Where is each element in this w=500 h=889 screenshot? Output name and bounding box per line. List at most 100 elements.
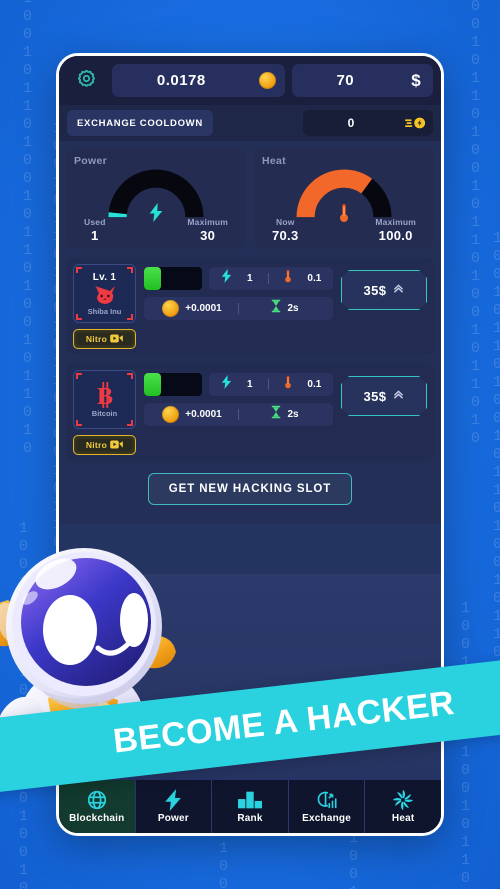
slot-upgrade-price: 35$ xyxy=(363,388,387,404)
shiba-inu-icon xyxy=(93,284,117,306)
heat-now-value: 70.3 xyxy=(272,228,299,243)
get-new-hacking-slot-button[interactable]: GET NEW HACKING SLOT xyxy=(147,473,353,505)
power-max-label: Maximum xyxy=(187,217,228,227)
slot-buy-area: 35$ xyxy=(341,370,427,454)
cooldown-value: 0 xyxy=(347,116,355,130)
podium-icon xyxy=(237,789,262,811)
thermometer-icon xyxy=(284,269,292,288)
get-new-slot-area: GET NEW HACKING SLOT xyxy=(66,473,434,505)
slot-power-value: 1 xyxy=(246,273,253,284)
slot-stats: 1 0.1 +0.0001 2s xyxy=(144,370,333,454)
slot-upgrade-price: 35$ xyxy=(363,282,387,298)
nav-item-rank[interactable]: Rank xyxy=(212,780,289,833)
nitro-button[interactable]: Nitro xyxy=(73,435,136,455)
heat-now-legend: Now 70.3 xyxy=(272,217,299,243)
slot-coin-name: Shiba Inu xyxy=(87,306,122,316)
slot-time-value: 2s xyxy=(287,409,299,420)
double-chevron-up-icon xyxy=(393,387,404,405)
heat-gauge-card: Heat Now 70.3 Maximum 100.0 xyxy=(254,148,434,249)
heat-max-value: 100.0 xyxy=(378,228,413,243)
power-gauge-card: Power Used 1 Maximum 30 xyxy=(66,148,246,249)
bitcoin-icon: B xyxy=(95,382,115,410)
main-content: Power Used 1 Maximum 30 Heat Now 70.3 Ma… xyxy=(59,141,441,524)
nav-label-power: Power xyxy=(157,813,189,824)
cash-balance-display[interactable]: 70 $ xyxy=(291,64,434,97)
nitro-label: Nitro xyxy=(85,334,108,344)
cooldown-value-box[interactable]: 0 xyxy=(303,110,433,136)
video-ad-icon xyxy=(110,436,123,454)
heat-now-label: Now xyxy=(275,217,295,227)
hacking-slot-row[interactable]: B Bitcoin Nitro 1 0.1 +0.0001 2s 35$ xyxy=(66,363,434,461)
lightning-bolt-icon xyxy=(163,789,183,811)
nav-item-power[interactable]: Power xyxy=(136,780,213,833)
slot-progress-bar xyxy=(144,373,202,396)
slot-earn-value: +0.0001 xyxy=(185,409,222,420)
slot-earn-row: +0.0001 2s xyxy=(144,403,333,426)
slot-heat-value: 0.1 xyxy=(307,273,322,284)
speed-boost-icon xyxy=(399,116,433,130)
nav-item-exchange[interactable]: Exchange xyxy=(289,780,366,833)
coin-icon xyxy=(162,406,180,423)
slot-earn-row: +0.0001 2s xyxy=(144,297,333,320)
slot-time-value: 2s xyxy=(287,303,299,314)
lightning-bolt-icon xyxy=(221,375,232,394)
slot-earn-value: +0.0001 xyxy=(185,303,222,314)
coin-balance-value: 0.0178 xyxy=(156,72,206,89)
gear-icon xyxy=(76,68,97,94)
coin-icon xyxy=(251,72,285,89)
slot-upgrade-button[interactable]: 35$ xyxy=(341,376,427,416)
slot-power-heat-box: 1 0.1 xyxy=(209,267,333,290)
slot-coin-name: Bitcoin xyxy=(91,409,118,418)
nav-label-rank: Rank xyxy=(237,813,263,824)
exchange-chart-icon xyxy=(315,789,339,811)
hourglass-icon xyxy=(271,299,281,318)
exchange-cooldown-label: EXCHANGE COOLDOWN xyxy=(67,110,213,136)
slot-progress-fill xyxy=(144,267,162,290)
power-used-value: 1 xyxy=(91,228,99,243)
slot-progress-bar xyxy=(144,267,202,290)
coin-icon xyxy=(162,300,180,317)
coin-avatar-card[interactable]: Lv. 1 Shiba Inu xyxy=(73,264,136,323)
heat-max-legend: Maximum 100.0 xyxy=(375,217,416,243)
slot-heat-value: 0.1 xyxy=(307,379,322,390)
heat-max-label: Maximum xyxy=(375,217,416,227)
svg-text:B: B xyxy=(96,384,112,408)
power-max-value: 30 xyxy=(200,228,216,243)
slot-buy-area: 35$ xyxy=(341,264,427,348)
lightning-bolt-icon xyxy=(221,269,232,288)
cash-balance-value: 70 xyxy=(336,72,355,89)
coin-balance-display[interactable]: 0.0178 xyxy=(112,64,285,97)
video-ad-icon xyxy=(110,330,123,348)
settings-button[interactable] xyxy=(67,62,105,100)
slot-progress-fill xyxy=(144,373,162,396)
thermometer-icon xyxy=(284,375,292,394)
nav-label-exchange: Exchange xyxy=(302,813,351,824)
hourglass-icon xyxy=(271,405,281,424)
nav-label-heat: Heat xyxy=(391,813,415,824)
nav-item-heat[interactable]: Heat xyxy=(365,780,441,833)
slot-upgrade-button[interactable]: 35$ xyxy=(341,270,427,310)
nav-label-blockchain: Blockchain xyxy=(69,813,125,824)
nitro-button[interactable]: Nitro xyxy=(73,329,136,349)
power-max-legend: Maximum 30 xyxy=(187,217,228,243)
coin-avatar-card[interactable]: B Bitcoin xyxy=(73,370,136,429)
hacking-slot-row[interactable]: Lv. 1 Shiba Inu Nitro 1 0.1 +0.0001 2s 3… xyxy=(66,257,434,355)
slot-coin-panel: Lv. 1 Shiba Inu Nitro xyxy=(73,264,136,349)
slot-level-label: Lv. 1 xyxy=(92,271,117,283)
gauges-row: Power Used 1 Maximum 30 Heat Now 70.3 Ma… xyxy=(66,148,434,249)
power-used-legend: Used 1 xyxy=(84,217,106,243)
slot-earn-box: +0.0001 2s xyxy=(144,297,333,320)
slot-progress-row: 1 0.1 xyxy=(144,267,333,290)
power-used-label: Used xyxy=(84,217,106,227)
slot-power-heat-box: 1 0.1 xyxy=(209,373,333,396)
top-bar: 0.0178 70 $ xyxy=(59,56,441,105)
slot-power-value: 1 xyxy=(246,379,253,390)
exchange-cooldown-bar: EXCHANGE COOLDOWN 0 xyxy=(59,105,441,141)
globe-icon xyxy=(86,789,108,811)
slot-stats: 1 0.1 +0.0001 2s xyxy=(144,264,333,348)
nitro-label: Nitro xyxy=(85,440,108,450)
double-chevron-up-icon xyxy=(393,281,404,299)
bottom-navigation: Blockchain Power Rank Exchange Heat xyxy=(59,779,441,833)
dollar-icon: $ xyxy=(411,70,421,90)
nav-item-blockchain[interactable]: Blockchain xyxy=(59,780,136,833)
